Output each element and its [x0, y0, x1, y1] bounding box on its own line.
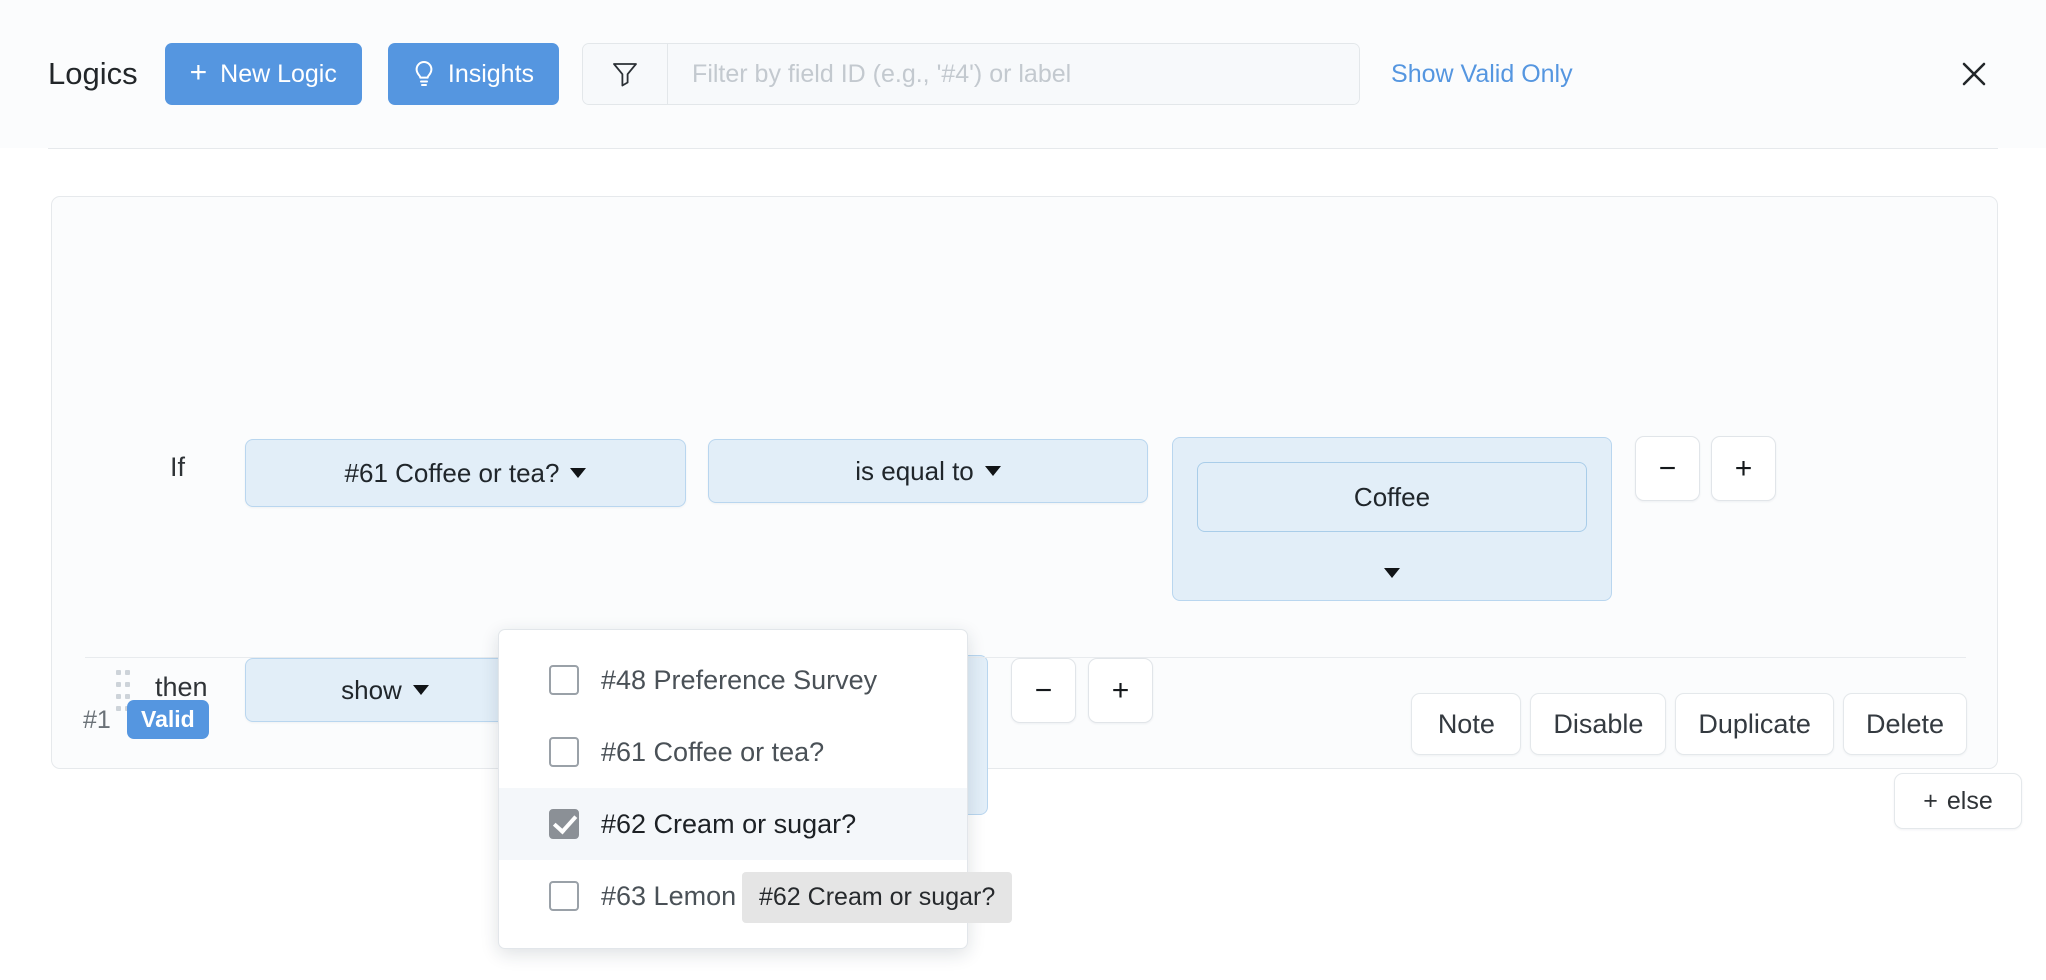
delete-button[interactable]: Delete [1842, 693, 1967, 755]
if-operator-select[interactable]: is equal to [708, 439, 1148, 503]
tooltip: #62 Cream or sugar? [742, 872, 1013, 923]
card-divider [85, 657, 1966, 658]
add-else-button[interactable]: + else [1894, 773, 2022, 829]
if-operator-select-label: is equal to [855, 455, 974, 486]
filter-bar [582, 43, 1361, 105]
dropdown-option-label: #48 Preference Survey [601, 664, 878, 695]
dropdown-option[interactable]: #48 Preference Survey [499, 644, 967, 716]
show-valid-only-link[interactable]: Show Valid Only [1391, 60, 1573, 89]
drag-dot [116, 669, 121, 675]
if-field-select-label: #61 Coffee or tea? [344, 457, 560, 488]
chevron-down-icon [984, 466, 1001, 476]
if-label: If [170, 452, 186, 482]
if-value-multiselect[interactable]: Coffee [1172, 437, 1612, 601]
status-badge: Valid [127, 700, 209, 739]
plus-icon: + [189, 56, 208, 89]
chevron-down-icon [570, 468, 587, 478]
checkbox-icon[interactable] [549, 881, 579, 911]
new-logic-button[interactable]: + New Logic [164, 43, 362, 105]
logic-actions: Note Disable Duplicate Delete [1411, 693, 1967, 755]
funnel-icon [583, 44, 669, 104]
checkbox-icon[interactable] [549, 737, 579, 767]
checkbox-checked-icon[interactable] [549, 809, 579, 839]
chevron-down-icon [1384, 568, 1400, 578]
lightbulb-icon [413, 60, 435, 88]
insights-button[interactable]: Insights [387, 43, 560, 105]
plus-icon: + [1734, 451, 1753, 485]
dropdown-option-label: #61 Coffee or tea? [601, 736, 825, 767]
if-field-select[interactable]: #61 Coffee or tea? [245, 439, 686, 507]
if-remove-condition-button[interactable]: − [1635, 436, 1700, 501]
if-value-caret[interactable] [1173, 568, 1611, 578]
dropdown-option[interactable]: #61 Coffee or tea? [499, 716, 967, 788]
if-value-chip-label: Coffee [1353, 481, 1431, 512]
checkbox-icon[interactable] [549, 665, 579, 695]
logic-footer: #1 Valid Note Disable Duplicate Delete [52, 685, 1997, 770]
logic-number: #1 [83, 706, 111, 734]
page-title: Logics [48, 56, 138, 91]
if-add-condition-button[interactable]: + [1711, 436, 1776, 501]
disable-button[interactable]: Disable [1530, 693, 1667, 755]
filter-input[interactable] [668, 44, 1360, 104]
logic-card: If #61 Coffee or tea? is equal to Coffee… [51, 196, 2022, 829]
new-logic-label: New Logic [220, 59, 337, 88]
header-divider [48, 148, 1998, 149]
header-inner: Logics + New Logic Insights Show Valid O [48, 43, 1998, 105]
insights-label: Insights [447, 59, 535, 88]
dropdown-option-label: #62 Cream or sugar? [601, 808, 857, 839]
duplicate-button[interactable]: Duplicate [1675, 693, 1834, 755]
drag-dot [125, 669, 130, 675]
close-icon[interactable] [1950, 50, 1998, 98]
if-value-chip[interactable]: Coffee [1197, 462, 1587, 532]
plus-icon: + [1923, 786, 1938, 815]
minus-icon: − [1658, 451, 1677, 485]
add-else-label: else [1946, 786, 1993, 815]
logics-header: Logics + New Logic Insights Show Valid O [0, 0, 2046, 148]
dropdown-option[interactable]: #62 Cream or sugar? [499, 788, 967, 860]
note-button[interactable]: Note [1411, 693, 1522, 755]
